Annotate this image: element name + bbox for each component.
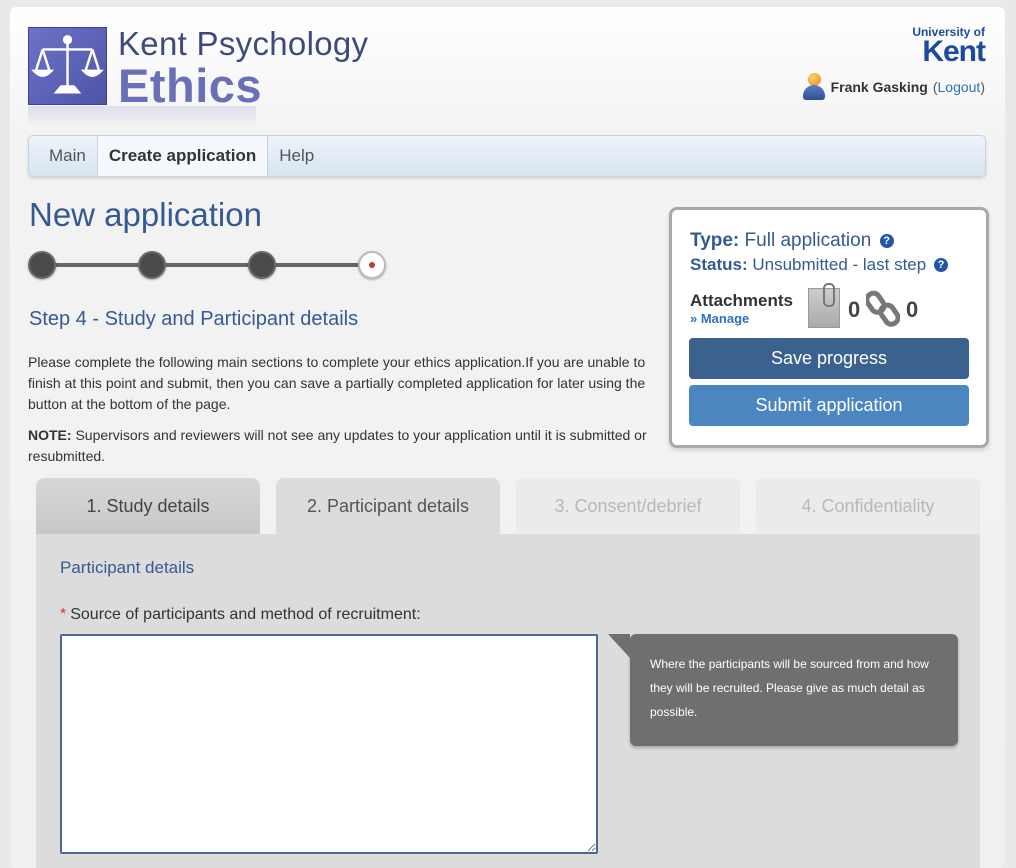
tab-study-details[interactable]: 1. Study details [36,478,260,534]
tab-participant-details[interactable]: 2. Participant details [276,478,500,534]
status-value: Unsubmitted - last step [752,255,927,274]
attachments-label: Attachments [690,291,793,310]
stepper-track [42,263,372,267]
attachment-count: 0 [848,297,861,322]
logout-link[interactable]: Logout [938,79,981,95]
main-nav: Main Create application Help [28,135,986,177]
type-row: Type: Full application ? [690,230,894,252]
progress-stepper [28,251,388,281]
tab-confidentiality: 4. Confidentiality [756,478,980,534]
tab-consent-debrief: 3. Consent/debrief [516,478,740,534]
required-marker: * [60,606,67,623]
note-body: Supervisors and reviewers will not see a… [28,427,647,464]
intro-text: Please complete the following main secti… [28,354,646,412]
field-help-tooltip: Where the participants will be sourced f… [608,634,958,746]
nav-item-help[interactable]: Help [268,136,325,176]
recruitment-textarea[interactable] [60,634,598,854]
save-progress-button[interactable]: Save progress [689,338,969,379]
nav-item-create-application[interactable]: Create application [97,136,269,176]
university-logo[interactable]: University of Kent [912,26,986,68]
participant-details-panel: Participant details * Source of participa… [36,534,980,868]
user-avatar-icon [802,73,826,101]
type-label: Type: [690,230,740,251]
chain-link-icon [866,290,900,327]
help-icon[interactable]: ? [933,258,948,272]
note-text: NOTE: Supervisors and reviewers will not… [28,425,658,467]
recruitment-field-label: * Source of participants and method of re… [60,606,421,624]
user-box: Frank Gasking (Logout) [802,73,985,101]
type-value: Full application [744,230,872,251]
step-1-dot [28,251,56,279]
status-label: Status: [690,255,748,274]
application-status-panel: Type: Full application ? Status: Unsubmi… [669,207,989,448]
step-4-dot-current [358,251,386,279]
submit-application-button[interactable]: Submit application [689,385,969,426]
step-heading: Step 4 - Study and Participant details [29,308,359,330]
page-title: New application [29,196,262,233]
user-name: Frank Gasking [830,79,928,95]
note-label: NOTE: [28,427,72,443]
brand-subtitle: Ethics [118,59,263,112]
recruitment-field-label-text: Source of participants and method of rec… [70,606,421,623]
nav-item-main[interactable]: Main [29,136,98,176]
manage-attachments-link[interactable]: » Manage [690,311,749,326]
link-count: 0 [906,297,919,322]
step-3-dot [248,251,276,279]
scales-of-justice-icon [28,27,107,105]
step-2-dot [138,251,166,279]
section-heading: Participant details [60,558,195,577]
university-logo-big: Kent [922,35,986,68]
logout-wrapper: (Logout) [932,79,985,95]
paperclip-document-icon [808,283,840,328]
status-row: Status: Unsubmitted - last step ? [690,255,948,275]
help-icon[interactable]: ? [879,234,894,248]
